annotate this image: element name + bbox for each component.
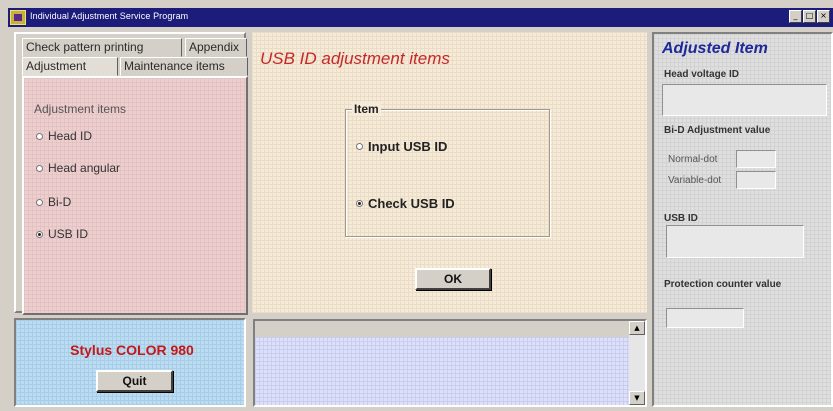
log-header: [255, 321, 629, 337]
adjusted-item-panel: Adjusted Item Head voltage ID Bi-D Adjus…: [652, 32, 833, 407]
left-tab-panel: Check pattern printing Appendix Adjustme…: [14, 32, 248, 315]
ok-button[interactable]: OK: [415, 268, 491, 290]
option-head-angular[interactable]: Head angular: [36, 160, 120, 176]
tab-maintenance-items[interactable]: Maintenance items: [120, 57, 248, 76]
head-voltage-label: Head voltage ID: [664, 69, 740, 80]
tab-adjustment[interactable]: Adjustment: [22, 57, 118, 76]
option-input-usb-id[interactable]: Input USB ID: [356, 139, 447, 154]
radio-button-selected[interactable]: [356, 200, 363, 207]
scroll-down-icon[interactable]: ▼: [629, 391, 645, 405]
radio-button-selected[interactable]: [36, 230, 43, 238]
log-scrollbar[interactable]: ▲ ▼: [629, 321, 645, 405]
page-title: USB ID adjustment items: [260, 49, 450, 68]
item-groupbox: Item Input USB ID Check USB ID: [345, 102, 550, 237]
model-panel: Stylus COLOR 980 Quit: [14, 318, 246, 407]
maximize-icon[interactable]: □: [803, 10, 816, 23]
option-check-usb-id[interactable]: Check USB ID: [356, 196, 455, 211]
variable-dot-label: Variable-dot: [668, 175, 722, 186]
protection-counter-field: [666, 308, 744, 328]
radio-button[interactable]: [356, 143, 363, 150]
tab-appendix[interactable]: Appendix: [185, 38, 247, 57]
head-voltage-field: [662, 84, 827, 116]
option-label: Head ID: [48, 129, 93, 143]
option-label: Check USB ID: [368, 196, 455, 211]
radio-button[interactable]: [36, 198, 43, 206]
option-label: Input USB ID: [368, 139, 448, 154]
option-head-id[interactable]: Head ID: [36, 128, 92, 144]
option-label: USB ID: [48, 227, 89, 241]
title-bar[interactable]: Individual Adjustment Service Program _ …: [8, 8, 833, 27]
center-panel: USB ID adjustment items Item Input USB I…: [252, 32, 647, 313]
radio-button[interactable]: [36, 132, 43, 140]
adjustment-tab-body: Adjustment items Head ID Head angular Bi…: [22, 76, 248, 315]
option-usb-id[interactable]: USB ID: [36, 226, 88, 242]
tab-check-pattern-printing[interactable]: Check pattern printing: [22, 38, 182, 57]
protection-counter-label: Protection counter value: [664, 279, 782, 290]
adjustment-items-label: Adjustment items: [34, 102, 127, 116]
close-icon[interactable]: ×: [817, 10, 830, 23]
usb-id-label: USB ID: [664, 213, 698, 224]
normal-dot-label: Normal-dot: [668, 154, 718, 165]
minimize-icon[interactable]: _: [789, 10, 802, 23]
scroll-up-icon[interactable]: ▲: [629, 321, 645, 335]
normal-dot-field: [736, 150, 776, 168]
log-area[interactable]: ▲ ▼: [253, 319, 647, 407]
option-bi-d[interactable]: Bi-D: [36, 194, 71, 210]
quit-button[interactable]: Quit: [96, 370, 173, 392]
item-group-label: Item: [352, 102, 381, 116]
model-name: Stylus COLOR 980: [70, 342, 194, 358]
window-title: Individual Adjustment Service Program: [30, 11, 189, 21]
adjusted-item-title: Adjusted Item: [662, 40, 768, 57]
app-window: Individual Adjustment Service Program _ …: [0, 0, 833, 411]
option-label: Head angular: [48, 161, 121, 175]
usb-id-field: [666, 225, 804, 258]
window-controls: _ □ ×: [789, 10, 830, 23]
bid-adjustment-label: Bi-D Adjustment value: [664, 125, 771, 136]
radio-button[interactable]: [36, 164, 43, 172]
option-label: Bi-D: [48, 195, 72, 209]
app-icon[interactable]: [10, 10, 26, 25]
variable-dot-field: [736, 171, 776, 189]
